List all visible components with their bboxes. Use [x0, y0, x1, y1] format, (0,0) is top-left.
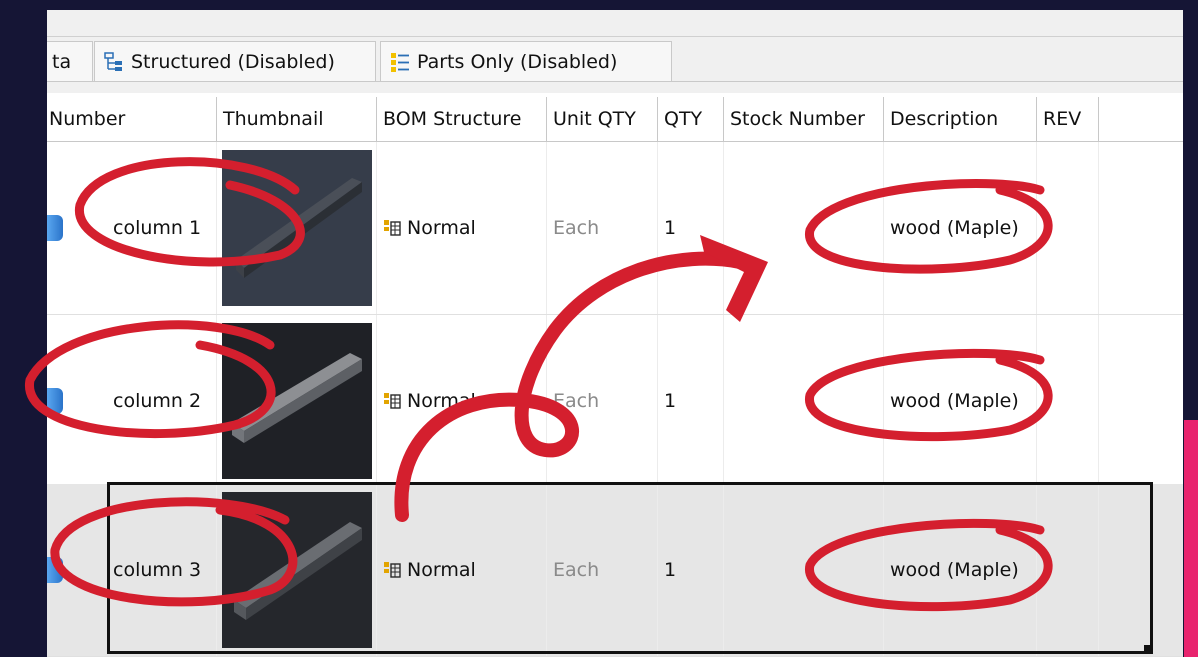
part-thumbnail: [222, 150, 372, 306]
tab-underline: [47, 81, 1183, 82]
cell-unit-qty[interactable]: Each: [547, 315, 658, 487]
accent-bar: [1184, 420, 1198, 657]
cell-number[interactable]: column 3: [107, 484, 217, 656]
cell-rev[interactable]: [1037, 142, 1099, 314]
cell-number[interactable]: column 2: [107, 315, 217, 487]
table-row[interactable]: column 1 Normal Each 1 wood (Maple): [47, 142, 1183, 315]
structured-tree-icon: [104, 51, 122, 71]
table-row-selected[interactable]: column 3 Normal Each 1 wood (Maple): [47, 484, 1183, 657]
cell-stock-number[interactable]: [724, 484, 884, 656]
col-stock-number[interactable]: Stock Number: [724, 97, 884, 141]
bom-label: Normal: [407, 559, 476, 581]
cell-description[interactable]: wood (Maple): [884, 315, 1037, 487]
cell-unit-qty[interactable]: Each: [547, 484, 658, 656]
view-tabs: ta Structured (Disabled) Parts Only (Dis…: [47, 37, 1183, 93]
part-thumbnail: [222, 492, 372, 648]
tab-parts-only[interactable]: Parts Only (Disabled): [380, 41, 672, 81]
bom-structure-icon: [384, 562, 401, 578]
table-header: Number Thumbnail BOM Structure Unit QTY …: [47, 97, 1183, 142]
part-icon: [47, 388, 63, 414]
bom-label: Normal: [407, 217, 476, 239]
col-unit-qty[interactable]: Unit QTY: [547, 97, 658, 141]
cell-description[interactable]: wood (Maple): [884, 484, 1037, 656]
cell-bom-structure[interactable]: Normal: [377, 142, 547, 314]
cell-thumbnail: [217, 142, 377, 314]
bom-structure-icon: [384, 393, 401, 409]
cell-stock-number[interactable]: [724, 142, 884, 314]
table-row[interactable]: column 2 Normal Each 1 wood (Maple): [47, 315, 1183, 488]
cell-bom-structure[interactable]: Normal: [377, 484, 547, 656]
bom-label: Normal: [407, 390, 476, 412]
col-thumbnail[interactable]: Thumbnail: [217, 97, 377, 141]
col-number[interactable]: Number: [47, 97, 217, 141]
cell-qty[interactable]: 1: [658, 142, 724, 314]
cell-description[interactable]: wood (Maple): [884, 142, 1037, 314]
col-qty[interactable]: QTY: [658, 97, 724, 141]
col-rev[interactable]: REV: [1037, 97, 1099, 141]
tab-model-data[interactable]: ta: [47, 41, 93, 81]
part-thumbnail: [222, 323, 372, 479]
part-icon: [47, 215, 63, 241]
tab-label: Parts Only (Disabled): [417, 50, 618, 73]
col-description[interactable]: Description: [884, 97, 1037, 141]
cell-qty[interactable]: 1: [658, 315, 724, 487]
toolbar-strip: [47, 10, 1183, 37]
tab-structured[interactable]: Structured (Disabled): [94, 41, 376, 81]
tab-label: ta: [52, 50, 72, 73]
cell-rev[interactable]: [1037, 315, 1099, 487]
cell-number[interactable]: column 1: [107, 142, 217, 314]
cell-unit-qty[interactable]: Each: [547, 142, 658, 314]
cell-thumbnail: [217, 484, 377, 656]
tab-label: Structured (Disabled): [131, 50, 335, 73]
cell-qty[interactable]: 1: [658, 484, 724, 656]
col-bom-structure[interactable]: BOM Structure: [377, 97, 547, 141]
cell-thumbnail: [217, 315, 377, 487]
bom-structure-icon: [384, 220, 401, 236]
bom-editor-panel: ta Structured (Disabled) Parts Only (Dis…: [47, 10, 1183, 657]
cell-bom-structure[interactable]: Normal: [377, 315, 547, 487]
cell-rev[interactable]: [1037, 484, 1099, 656]
cell-stock-number[interactable]: [724, 315, 884, 487]
parts-list-icon: [391, 52, 409, 72]
part-icon: [47, 557, 63, 583]
